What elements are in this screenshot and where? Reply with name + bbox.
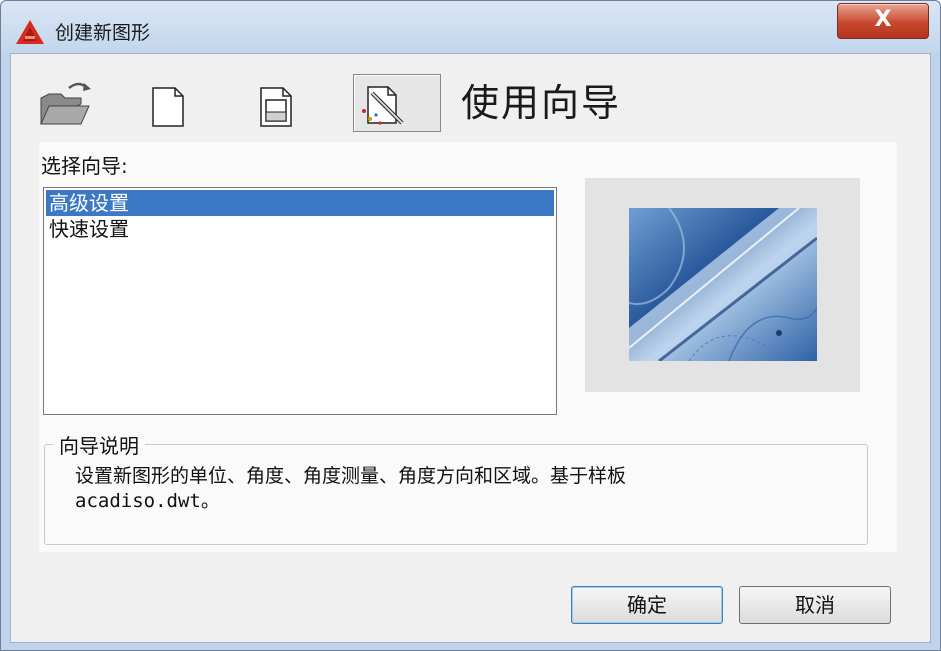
blank-page-icon	[152, 87, 184, 127]
wizard-heading: 使用向导	[461, 81, 622, 125]
create-new-drawing-dialog: 创建新图形 X 使用向导 选择向导: 高级设置 快速设置 向导说明 设置新图形的…	[0, 0, 941, 651]
open-drawing-button[interactable]	[35, 74, 123, 132]
autocad-logo-icon	[16, 20, 44, 44]
title-bar: 创建新图形 X	[1, 1, 940, 53]
use-wizard-button[interactable]	[353, 74, 441, 132]
description-legend: 向导说明	[53, 430, 145, 459]
select-wizard-label: 选择向导:	[41, 154, 128, 178]
wizard-pencil-icon	[362, 86, 404, 125]
template-page-icon	[260, 87, 292, 127]
window-title: 创建新图形	[55, 22, 151, 44]
description-line-2: acadiso.dwt。	[75, 490, 220, 512]
preview-frame	[585, 178, 860, 392]
close-button[interactable]: X	[837, 3, 929, 39]
blueprint-preview-image	[629, 208, 817, 361]
description-text: 设置新图形的单位、角度、角度测量、角度方向和区域。基于样板 acadiso.dw…	[75, 464, 835, 514]
ok-button[interactable]: 确定	[571, 586, 723, 624]
open-folder-icon	[40, 82, 91, 125]
wizard-listbox[interactable]: 高级设置 快速设置	[43, 187, 557, 415]
description-line-1: 设置新图形的单位、角度、角度测量、角度方向和区域。基于样板	[75, 465, 627, 487]
start-from-scratch-button[interactable]	[137, 74, 225, 132]
use-template-button[interactable]	[243, 74, 331, 132]
dialog-body: 使用向导 选择向导: 高级设置 快速设置 向导说明 设置新图形的单位、角度、角度…	[10, 53, 931, 643]
wizard-item-advanced[interactable]: 高级设置	[46, 190, 554, 216]
wizard-item-quick[interactable]: 快速设置	[46, 216, 554, 242]
cancel-button[interactable]: 取消	[739, 586, 891, 624]
